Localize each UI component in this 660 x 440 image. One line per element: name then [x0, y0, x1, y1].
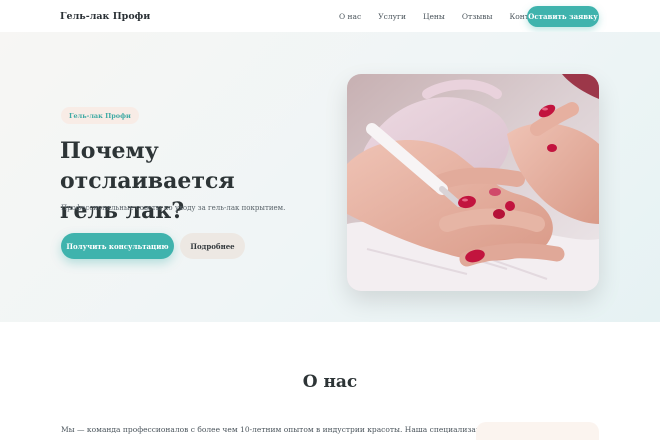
hero-subtitle: Профессиональные советы по уходу за гель… [61, 204, 286, 212]
nav-link-prices[interactable]: Цены [423, 12, 445, 21]
hero-title-line-1: Почему отслаивается [60, 138, 235, 194]
about-title: О нас [302, 372, 358, 392]
manicure-illustration [347, 74, 599, 291]
get-consultation-button[interactable]: Получить консультацию [61, 233, 174, 259]
brand-logo-text[interactable]: Гель-лак Профи [60, 11, 150, 22]
learn-more-button[interactable]: Подробнее [180, 233, 245, 259]
nav-link-services[interactable]: Услуги [378, 12, 406, 21]
nav-link-reviews[interactable]: Отзывы [462, 12, 493, 21]
about-text: Мы — команда профессионалов с более чем … [61, 425, 501, 434]
hero-title: Почему отслаивается гель лак? [60, 136, 320, 226]
nav-link-about[interactable]: О нас [339, 12, 361, 21]
hero-manicure-photo [347, 74, 599, 291]
about-card [476, 422, 599, 440]
hero-badge: Гель-лак Профи [61, 107, 139, 124]
leave-request-button[interactable]: Оставить заявку [527, 6, 599, 27]
